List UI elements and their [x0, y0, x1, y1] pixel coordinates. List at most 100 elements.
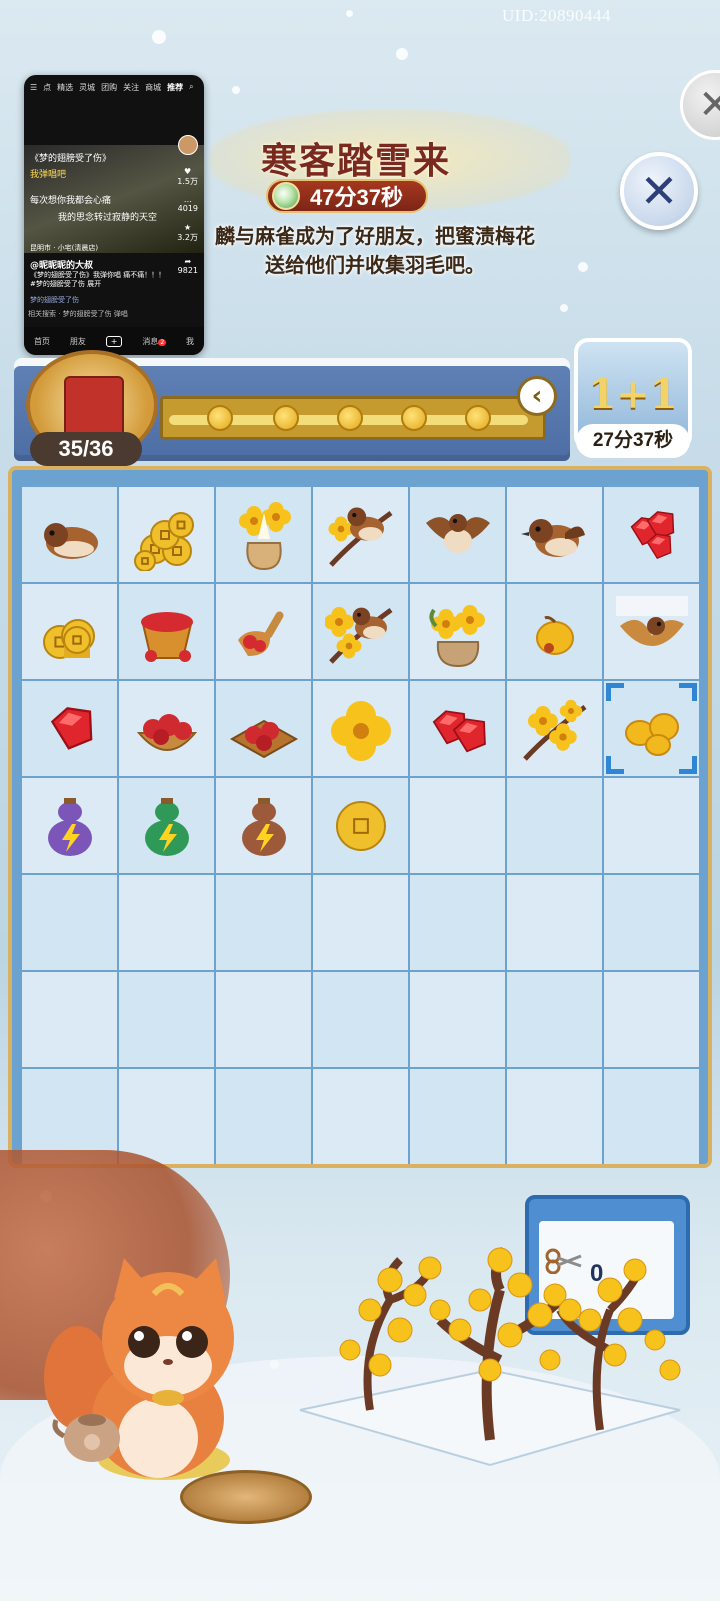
- sparrow-resting-icon[interactable]: [34, 499, 106, 571]
- sparrow-standing-icon[interactable]: [519, 499, 591, 571]
- plum-flower-pot-icon[interactable]: [422, 596, 494, 668]
- board-cell[interactable]: [313, 972, 408, 1067]
- pip-location[interactable]: 昆明市 · 小宅(清晨店): [30, 243, 98, 253]
- board-cell[interactable]: [604, 778, 699, 873]
- coin-stack-icon[interactable]: [34, 596, 106, 668]
- board-cell[interactable]: [119, 875, 214, 970]
- board-cell[interactable]: [22, 778, 117, 873]
- energy-gourd-purple-icon[interactable]: [34, 790, 106, 862]
- sparrow-flying-snow-icon[interactable]: [615, 595, 688, 668]
- board-cell[interactable]: [22, 972, 117, 1067]
- pip-tag[interactable]: 梦的翅膀受了伤: [30, 295, 79, 305]
- board-cell[interactable]: [313, 487, 408, 582]
- board-cell[interactable]: [507, 972, 602, 1067]
- coin-pile-large-icon[interactable]: [131, 499, 203, 571]
- pip-nav-messages[interactable]: 消息 2: [142, 336, 167, 347]
- pip-tab[interactable]: 灵城: [79, 82, 95, 93]
- board-cell[interactable]: [22, 681, 117, 776]
- board-cell[interactable]: [507, 584, 602, 679]
- comment-count[interactable]: … 4019: [178, 195, 198, 213]
- secondary-close-button[interactable]: ✕: [680, 70, 720, 140]
- bud-icon[interactable]: [519, 596, 591, 668]
- board-cell[interactable]: [507, 778, 602, 873]
- pip-related-search[interactable]: 相关搜索 · 梦的翅膀受了伤 弹唱: [28, 309, 200, 323]
- ruby-gems-pair-icon[interactable]: [422, 693, 494, 765]
- board-cell[interactable]: [604, 681, 699, 776]
- pip-tab[interactable]: 关注: [123, 82, 139, 93]
- board-cell[interactable]: [313, 584, 408, 679]
- close-button[interactable]: ✕: [620, 152, 698, 230]
- pip-tab[interactable]: 团购: [101, 82, 117, 93]
- board-cell[interactable]: [216, 487, 311, 582]
- board-cell[interactable]: [507, 487, 602, 582]
- rose-petal-bucket-icon[interactable]: [131, 596, 203, 668]
- sparrow-on-plum-branch-icon[interactable]: [325, 499, 397, 571]
- pip-nav-add[interactable]: +: [105, 335, 123, 347]
- flower-vase-lily-icon[interactable]: [228, 499, 300, 571]
- board-cell[interactable]: [216, 972, 311, 1067]
- board-cell[interactable]: [216, 778, 311, 873]
- board-cell[interactable]: [507, 681, 602, 776]
- pip-video-overlay[interactable]: ☰ 点 精选 灵城 团购 关注 商城 推荐 ⌕ 《梦的翅膀受了伤》 我弹唱吧 每…: [24, 75, 204, 355]
- board-cell[interactable]: [22, 875, 117, 970]
- board-cell[interactable]: [119, 972, 214, 1067]
- board-cell[interactable]: [604, 1069, 699, 1164]
- board-cell[interactable]: [313, 778, 408, 873]
- board-cell[interactable]: [604, 972, 699, 1067]
- board-cell[interactable]: [604, 487, 699, 582]
- rose-tray-icon[interactable]: [228, 693, 300, 765]
- plum-branch-icon[interactable]: [519, 693, 591, 765]
- sparrow-flying-icon[interactable]: [422, 499, 494, 571]
- sparrow-on-blossom-branch-icon[interactable]: [324, 596, 397, 668]
- pip-nav-home[interactable]: 首页: [34, 336, 50, 347]
- pip-tab[interactable]: 精选: [57, 82, 73, 93]
- board-cell[interactable]: [119, 681, 214, 776]
- pip-nav-friends[interactable]: 朋友: [70, 336, 86, 347]
- board-cell[interactable]: [410, 584, 505, 679]
- board-cell[interactable]: [22, 584, 117, 679]
- board-cell[interactable]: [410, 681, 505, 776]
- energy-gourd-green-icon[interactable]: [131, 790, 203, 862]
- board-cell[interactable]: [313, 875, 408, 970]
- plum-trees-decoration[interactable]: [290, 1240, 690, 1490]
- energy-gourd-brown-icon[interactable]: [228, 790, 300, 862]
- board-cell[interactable]: [119, 487, 214, 582]
- ruby-gems-cluster-icon[interactable]: [616, 499, 688, 571]
- search-icon[interactable]: ⌕: [189, 82, 193, 92]
- avatar[interactable]: [178, 135, 198, 155]
- board-cell[interactable]: [216, 681, 311, 776]
- board-cell[interactable]: [313, 1069, 408, 1164]
- board-cell[interactable]: [216, 584, 311, 679]
- board-cell[interactable]: [119, 778, 214, 873]
- menu-icon[interactable]: ☰: [30, 83, 37, 92]
- rose-bowl-icon[interactable]: [131, 693, 203, 765]
- ruby-gem-icon[interactable]: [34, 693, 106, 765]
- copper-coin-icon[interactable]: [325, 790, 397, 862]
- favorite-count[interactable]: ★ 3.2万: [177, 223, 198, 243]
- board-cell[interactable]: [410, 487, 505, 582]
- board-cell[interactable]: [119, 584, 214, 679]
- board-cell[interactable]: [410, 778, 505, 873]
- board-cell[interactable]: [216, 1069, 311, 1164]
- board-cell[interactable]: [216, 875, 311, 970]
- petal-scoop-icon[interactable]: [228, 596, 300, 668]
- board-cell[interactable]: [313, 681, 408, 776]
- board-cell[interactable]: [604, 875, 699, 970]
- collapse-button[interactable]: ‹: [517, 376, 557, 416]
- plum-blossom-icon[interactable]: [325, 693, 397, 765]
- pip-author[interactable]: @昵昵昵的大叔: [30, 258, 93, 271]
- share-count[interactable]: ➦ 9821: [178, 257, 198, 275]
- pip-nav-me[interactable]: 我: [186, 336, 194, 347]
- board-cell[interactable]: [22, 487, 117, 582]
- board-cell[interactable]: [507, 875, 602, 970]
- board-cell[interactable]: [410, 972, 505, 1067]
- pip-tab-active[interactable]: 推荐: [167, 82, 183, 93]
- board-cell[interactable]: [604, 584, 699, 679]
- like-count[interactable]: ♥ 1.5万: [177, 167, 198, 187]
- pip-tab[interactable]: 点: [43, 82, 51, 93]
- board-cell[interactable]: [410, 875, 505, 970]
- board-cell[interactable]: [119, 1069, 214, 1164]
- board-cell[interactable]: [410, 1069, 505, 1164]
- board-cell[interactable]: [507, 1069, 602, 1164]
- pip-tab[interactable]: 商城: [145, 82, 161, 93]
